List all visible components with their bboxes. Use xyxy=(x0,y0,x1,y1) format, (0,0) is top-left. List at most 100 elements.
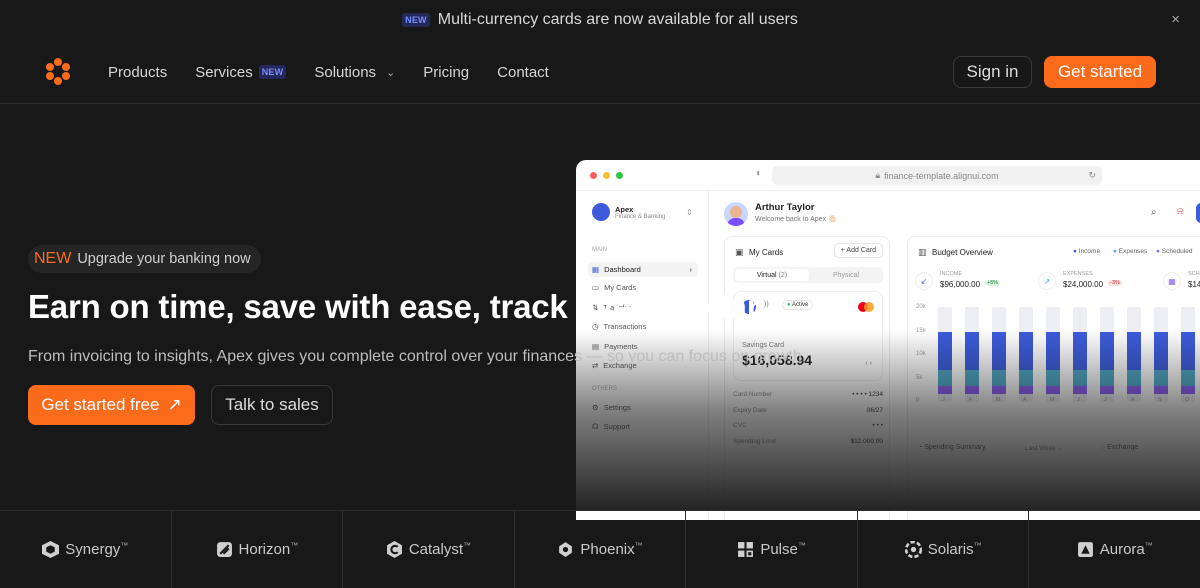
legend-expenses-label: Expenses xyxy=(1118,248,1148,255)
mock-nav-support: ☊ Support xyxy=(592,422,630,431)
chart-icon: ▥ xyxy=(918,247,927,257)
wallet-icon: ▣ xyxy=(735,247,744,257)
bar-segment xyxy=(1127,370,1141,386)
month-label: M xyxy=(996,397,1001,403)
pill-text: Upgrade your banking now xyxy=(77,251,251,267)
bar-segment xyxy=(1181,386,1195,394)
expenses-change: -3% xyxy=(1108,280,1122,286)
dashboard-preview: ◐ 🔒︎ finance-template.alignui.com ↻ Apex… xyxy=(576,160,1200,520)
bar-segment xyxy=(1100,370,1114,386)
new-badge: NEW xyxy=(402,13,430,27)
nav-solutions[interactable]: Solutions ⌄ xyxy=(314,64,395,81)
bar-segment xyxy=(1073,370,1087,386)
spending-row: Spending Limit $12,000.00 xyxy=(733,434,883,450)
y-tick: 20k xyxy=(916,304,926,310)
bar-segment xyxy=(1154,332,1168,370)
mock-nav-support-label: Support xyxy=(603,422,630,431)
legend-income: ● Income xyxy=(1073,248,1101,255)
phoenix-label: Phoenix xyxy=(580,541,635,558)
shield-icon: ◐ xyxy=(756,168,763,179)
month-label: J xyxy=(1077,397,1080,403)
upgrade-pill[interactable]: NEW Upgrade your banking now xyxy=(28,245,261,273)
nav-contact[interactable]: Contact xyxy=(497,64,549,81)
nav-products-label: Products xyxy=(108,63,168,81)
bar-segment xyxy=(1019,370,1033,386)
mastercard-icon xyxy=(858,302,874,312)
check-icon: ● xyxy=(787,302,791,308)
close-dot xyxy=(590,172,597,179)
catalyst-label: Catalyst xyxy=(408,541,464,558)
brand-name: Apex xyxy=(615,204,634,214)
catalyst-tm: ™ xyxy=(463,541,472,550)
logo-synergy: Synergy™ xyxy=(0,511,172,588)
aurora-tm: ™ xyxy=(1144,541,1153,550)
card-tabs: Virtual (2) Physical xyxy=(733,267,883,283)
my-cards-panel: ▣ My Cards + Add Card Virtual (2) Physica… xyxy=(724,236,890,520)
nav-pricing[interactable]: Pricing xyxy=(423,64,469,81)
logo-aurora: Aurora™ xyxy=(1029,511,1200,588)
switch-icon: ⇕ xyxy=(686,208,693,217)
url-bar: 🔒︎ finance-template.alignui.com ↻ xyxy=(772,166,1102,185)
nav-products[interactable]: Products xyxy=(108,64,167,81)
bar-segment xyxy=(992,332,1006,370)
budget-panel: ▥ Budget Overview ● Income ● Expenses ● … xyxy=(907,236,1200,520)
solaris-label: Solaris xyxy=(927,541,974,558)
mock-nav-settings-label: Settings xyxy=(603,403,631,412)
tab-virtual-count: (2) xyxy=(778,271,788,279)
month-label: A xyxy=(1131,397,1135,403)
brand-icon xyxy=(592,203,610,221)
status-text: Active xyxy=(791,302,809,308)
bar-segment xyxy=(965,370,979,386)
hero-headline: Earn on time, save with ease, track ever… xyxy=(28,288,767,325)
horizon-icon xyxy=(216,542,232,557)
month-label: A xyxy=(1023,397,1027,403)
spending-summary: ◔ Spending Summary xyxy=(918,444,986,451)
sign-in-button[interactable]: Sign in xyxy=(953,56,1032,88)
top-nav: Products Services NEW Solutions ⌄ Pricing … xyxy=(0,40,1200,104)
get-started-free-button[interactable]: Get started free ↗ xyxy=(28,385,195,425)
talk-to-sales-button[interactable]: Talk to sales xyxy=(211,385,333,425)
bar-segment xyxy=(1019,386,1033,394)
nav-contact-label: Contact xyxy=(497,63,549,81)
avatar-face xyxy=(730,206,742,218)
lock-icon: 🔒︎ xyxy=(875,170,881,180)
section-main: MAIN xyxy=(592,247,607,253)
month-label: O xyxy=(1185,397,1190,403)
apex-logo[interactable] xyxy=(44,57,72,85)
legend-scheduled-label: Scheduled xyxy=(1161,248,1193,255)
expiry-value: 06/27 xyxy=(866,406,883,414)
bar-segment xyxy=(1046,370,1060,386)
expiry-label: Expiry Date xyxy=(733,406,767,414)
card-number-label: Card Number xyxy=(733,391,773,398)
last-week-select: Last Week ⌄ xyxy=(1025,445,1063,452)
phoenix-tm: ™ xyxy=(634,541,643,550)
solaris-icon xyxy=(904,541,922,558)
synergy-icon xyxy=(42,541,60,558)
close-icon[interactable]: × xyxy=(1171,11,1180,28)
nav-links: Products Services NEW Solutions ⌄ Pricing … xyxy=(108,40,549,104)
cvc-label: CVC xyxy=(733,422,747,429)
month-label: M xyxy=(1050,397,1055,403)
brand-sub: Finance & Banking xyxy=(615,213,666,220)
maximize-dot xyxy=(616,172,623,179)
y-tick: 15k xyxy=(916,327,926,334)
bar-segment xyxy=(1100,332,1114,370)
nav-services[interactable]: Services NEW xyxy=(195,64,287,81)
card-number-row: Card Number • • • • 1234 xyxy=(733,387,883,403)
announcement-text: Multi-currency cards are now available f… xyxy=(437,11,798,28)
month-label: J xyxy=(1104,397,1107,403)
pie-icon: ◔ xyxy=(918,444,923,451)
income-icon: ↙ xyxy=(915,272,933,290)
action-button xyxy=(1196,203,1200,223)
logo-pulse: Pulse™ xyxy=(686,511,858,588)
bar-segment xyxy=(1127,386,1141,394)
y-tick: 5k xyxy=(916,374,923,381)
exchange-widget-icon: ◌ xyxy=(1101,444,1106,451)
card-details: Card Number • • • • 1234 Expiry Date 06/27… xyxy=(733,387,883,449)
synergy-label: Synergy xyxy=(65,541,121,558)
get-started-button[interactable]: Get started xyxy=(1044,56,1156,88)
bar-segment xyxy=(938,386,952,394)
expenses-value: $24,000.00 xyxy=(1063,280,1104,289)
nav-pricing-label: Pricing xyxy=(423,63,470,81)
bar-segment xyxy=(1100,386,1114,394)
